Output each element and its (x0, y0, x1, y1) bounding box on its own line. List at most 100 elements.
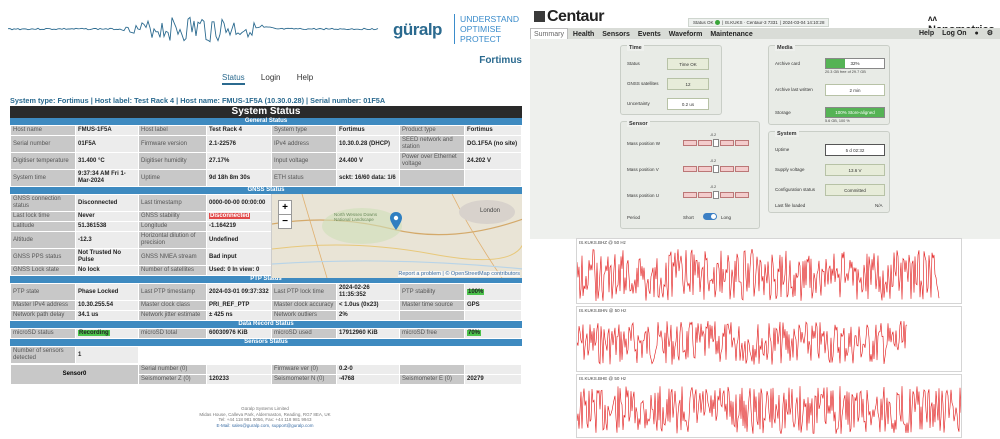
table-key: Master clock accuracy (271, 300, 337, 311)
map-zoom-control: + − (278, 200, 292, 229)
table-value: 2024-02-26 11:35:352 (336, 283, 400, 301)
guralp-status-page: güralp UNDERSTAND OPTIMISE PROTECT Forti… (0, 0, 524, 439)
centaur-logo-text: Centaur (547, 8, 604, 25)
mass-v-gauge: -0.2 (683, 159, 749, 174)
waveform-plot (576, 386, 962, 434)
table-row: Serial number 01F5A Firmware version 2.1-22… (10, 135, 522, 153)
waveform-plot (576, 320, 908, 365)
table-value: -12.3 (75, 231, 139, 249)
table-key: Number of satellites (138, 265, 207, 276)
sensors-count-table: Number of sensors detected 1 (10, 346, 522, 364)
menu-help[interactable]: Help (916, 28, 937, 39)
gauge-center (713, 139, 719, 147)
top-nav: Status Login Help (222, 73, 327, 85)
table-value: Bad input (206, 248, 272, 266)
table-value: Test Rack 4 (206, 125, 272, 136)
period-short-label[interactable]: Short (683, 215, 694, 220)
table-value: GPS (464, 300, 522, 311)
mass-w-value: -0.2 (710, 133, 717, 137)
sensor-card: Sensor Mass position W -0.2 Mass positio… (620, 121, 760, 229)
table-key: Digitiser temperature (10, 152, 76, 170)
mass-u-label: Mass position U (627, 193, 660, 198)
table-key: Firmware ver (0) (271, 364, 337, 375)
nav-help[interactable]: Help (297, 73, 313, 82)
general-status-table: Host name FMUS-1F5A Host label Test Rack 4S… (10, 125, 522, 187)
status-badge: 70% (467, 330, 482, 336)
table-value: Used: 0 In view: 0 (206, 265, 272, 276)
system-summary-line: System type: Fortimus | Host label: Test… (10, 96, 386, 105)
centaur-mark-icon (534, 11, 545, 22)
uncertainty-label: Uncertainty (627, 101, 650, 106)
tagline-line: UNDERSTAND (460, 14, 520, 24)
table-value: 20279 (464, 374, 522, 385)
nav-login[interactable]: Login (261, 73, 281, 82)
footer-line[interactable]: E-Mail: sales@guralp.com, support@guralp… (175, 423, 355, 429)
centaur-web-ui: Centaur Status OK | IS.KUKS · Centaur-3 … (530, 0, 1000, 439)
table-value: Disconnected (75, 194, 139, 212)
table-value: -1.164219 (206, 221, 272, 232)
location-map[interactable]: + − North Wessex Downs National Landscap… (271, 194, 522, 278)
card-title: Sensor (627, 121, 650, 127)
waveform-title: IS.KUKS.BHN @ 50 Hz (579, 308, 627, 313)
table-value: FMUS-1F5A (75, 125, 139, 136)
data-record-header: Data Record Status (10, 321, 522, 328)
gnss-status-header: GNSS Status (10, 187, 522, 194)
location-pin-icon[interactable] (390, 212, 402, 230)
seismic-trace-banner (8, 16, 379, 43)
mass-w-label: Mass position W (627, 141, 661, 146)
time-status-label: Status (627, 61, 640, 66)
waveform-panel: IS.KUKS.BHE @ 50 Hz (576, 374, 962, 438)
table-value: Not Trusted No Pulse (75, 248, 139, 266)
table-value: 2024-03-01 09:37:332 (206, 283, 272, 301)
table-value: 01F5A (75, 135, 139, 153)
table-value: 24.202 V (464, 152, 522, 170)
summary-dashboard: Time Status Time OK GNSS satellites 12 U… (530, 39, 1000, 239)
map-label-london: London (480, 208, 501, 214)
table-key: Network outliers (271, 310, 337, 321)
table-key: microSD status (10, 328, 76, 339)
period-long-label[interactable]: Long (721, 215, 731, 220)
supply-voltage-value: 13.6 V (825, 164, 885, 176)
table-row: GNSS Lock state No lock Number of satellit… (10, 265, 272, 276)
table-key: PTP state (10, 283, 76, 301)
gauge-segment (720, 192, 734, 198)
table-value: 10.30.0.28 (DHCP) (336, 135, 400, 153)
table-value: 0000-00-00 00:00:00 (206, 194, 272, 212)
table-row: Network path delay 34.1 us Network jitter … (10, 310, 522, 321)
mass-u-gauge: -0.2 (683, 185, 749, 200)
table-spacer (138, 346, 522, 364)
status-ok-icon (714, 20, 720, 25)
map-attribution[interactable]: Report a problem | © OpenStreetMap contr… (398, 271, 520, 277)
table-key: Last PTP timestamp (138, 283, 207, 301)
menu-logon[interactable]: Log On (939, 28, 970, 39)
period-toggle[interactable] (703, 213, 717, 220)
zoom-out-button[interactable]: − (279, 215, 291, 228)
gauge-segment (698, 140, 712, 146)
gauge-segment (698, 166, 712, 172)
table-value: Disconnected (206, 211, 272, 222)
main-menu: Summary Health Sensors Events Waveform M… (530, 28, 1000, 41)
table-key: Seismometer Z (0) (138, 374, 207, 385)
table-value: No lock (75, 265, 139, 276)
table-value: Never (75, 211, 139, 222)
table-value: 0.2-0 (336, 364, 400, 375)
table-value: 17912960 KiB (336, 328, 400, 339)
nav-status[interactable]: Status (222, 73, 245, 85)
gauge-segment (683, 192, 697, 198)
table-value: Fortimus (464, 125, 522, 136)
sensor0-label: Sensor0 (10, 364, 139, 385)
map-label-wessex: North Wessex Downs National Landscape (334, 212, 378, 222)
table-key: Serial number (10, 135, 76, 153)
table-value (464, 169, 522, 187)
zoom-in-button[interactable]: + (279, 201, 291, 215)
settings-icon[interactable]: ⚙ (984, 28, 996, 39)
table-value: PRI_REF_PTP (206, 300, 272, 311)
uptime-value: 5 d 02:32 (825, 144, 885, 156)
archive-card-bar: 32% (825, 58, 885, 69)
gauge-center (713, 191, 719, 199)
table-key: Seismometer E (0) (399, 374, 465, 385)
period-label: Period (627, 215, 641, 220)
status-text: Status OK (693, 20, 714, 25)
table-key: Firmware version (138, 135, 207, 153)
help-circle-icon[interactable]: ● (972, 28, 982, 39)
